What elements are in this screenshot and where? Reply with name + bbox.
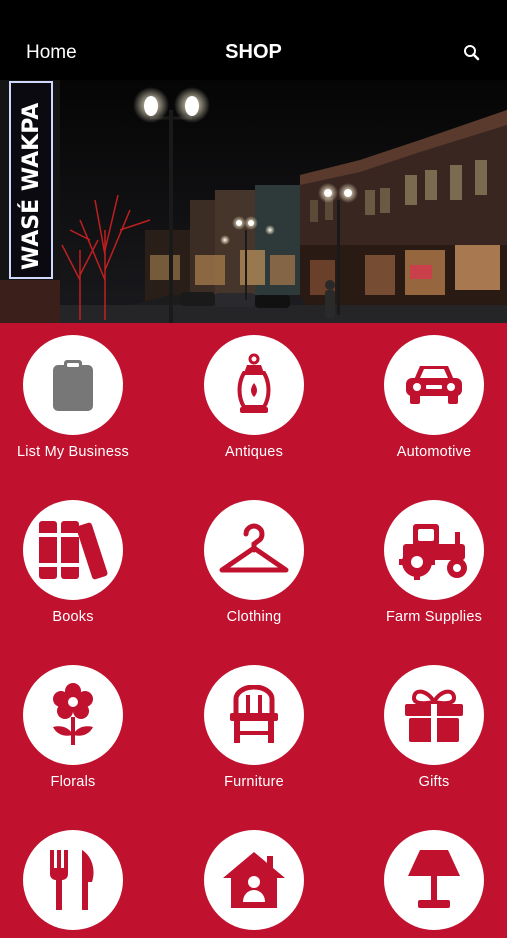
hero-banner: WASÉ WAKPA [0,80,507,323]
car-icon [406,366,462,404]
category-list-my-business[interactable]: List My Business [0,335,148,461]
category-furniture[interactable]: Furniture [179,665,329,791]
sign-text: WASÉ WAKPA [18,103,44,270]
category-label: List My Business [17,444,129,460]
chair-icon [230,685,278,743]
category-circle[interactable] [204,665,304,765]
category-circle[interactable] [384,335,484,435]
tractor-icon [399,524,467,580]
hanger-icon [219,523,289,573]
category-gifts[interactable]: Gifts [359,665,507,791]
category-home-decor[interactable] [359,830,507,938]
category-circle[interactable] [204,500,304,600]
house-person-icon [223,852,285,908]
category-label: Clothing [226,609,282,625]
flower-icon [53,683,93,745]
lantern-icon [237,353,271,413]
category-automotive[interactable]: Automotive [359,335,507,461]
category-label: Farm Supplies [385,609,483,625]
category-circle[interactable] [23,335,123,435]
category-circle[interactable] [204,335,304,435]
category-circle[interactable] [384,500,484,600]
category-books[interactable]: Books [0,500,148,626]
night-street-image: WASÉ WAKPA [0,80,507,323]
lamp-icon [408,850,460,908]
gift-icon [405,689,463,742]
category-circle[interactable] [23,500,123,600]
category-label: Furniture [224,774,284,790]
search-icon[interactable] [462,43,482,63]
fork-knife-icon [50,850,94,910]
top-nav-bar: Home SHOP [0,0,507,80]
category-label: Florals [50,774,96,790]
category-label: Gifts [418,774,450,790]
category-farm-supplies[interactable]: Farm Supplies [359,500,507,626]
category-grid: List My Business Antiques Automotive Boo… [0,323,507,930]
category-home[interactable] [179,830,329,938]
category-florals[interactable]: Florals [0,665,148,791]
category-circle[interactable] [384,665,484,765]
category-antiques[interactable]: Antiques [179,335,329,461]
page-title: SHOP [225,41,282,63]
category-circle[interactable] [23,665,123,765]
category-circle[interactable] [23,830,123,930]
category-label: Books [52,609,94,625]
category-label: Automotive [396,444,472,460]
category-restaurants[interactable] [0,830,148,938]
clipboard-icon [53,360,93,411]
category-label: Antiques [224,444,284,460]
category-circle[interactable] [204,830,304,930]
books-icon [39,521,108,580]
category-clothing[interactable]: Clothing [179,500,329,626]
category-circle[interactable] [384,830,484,930]
